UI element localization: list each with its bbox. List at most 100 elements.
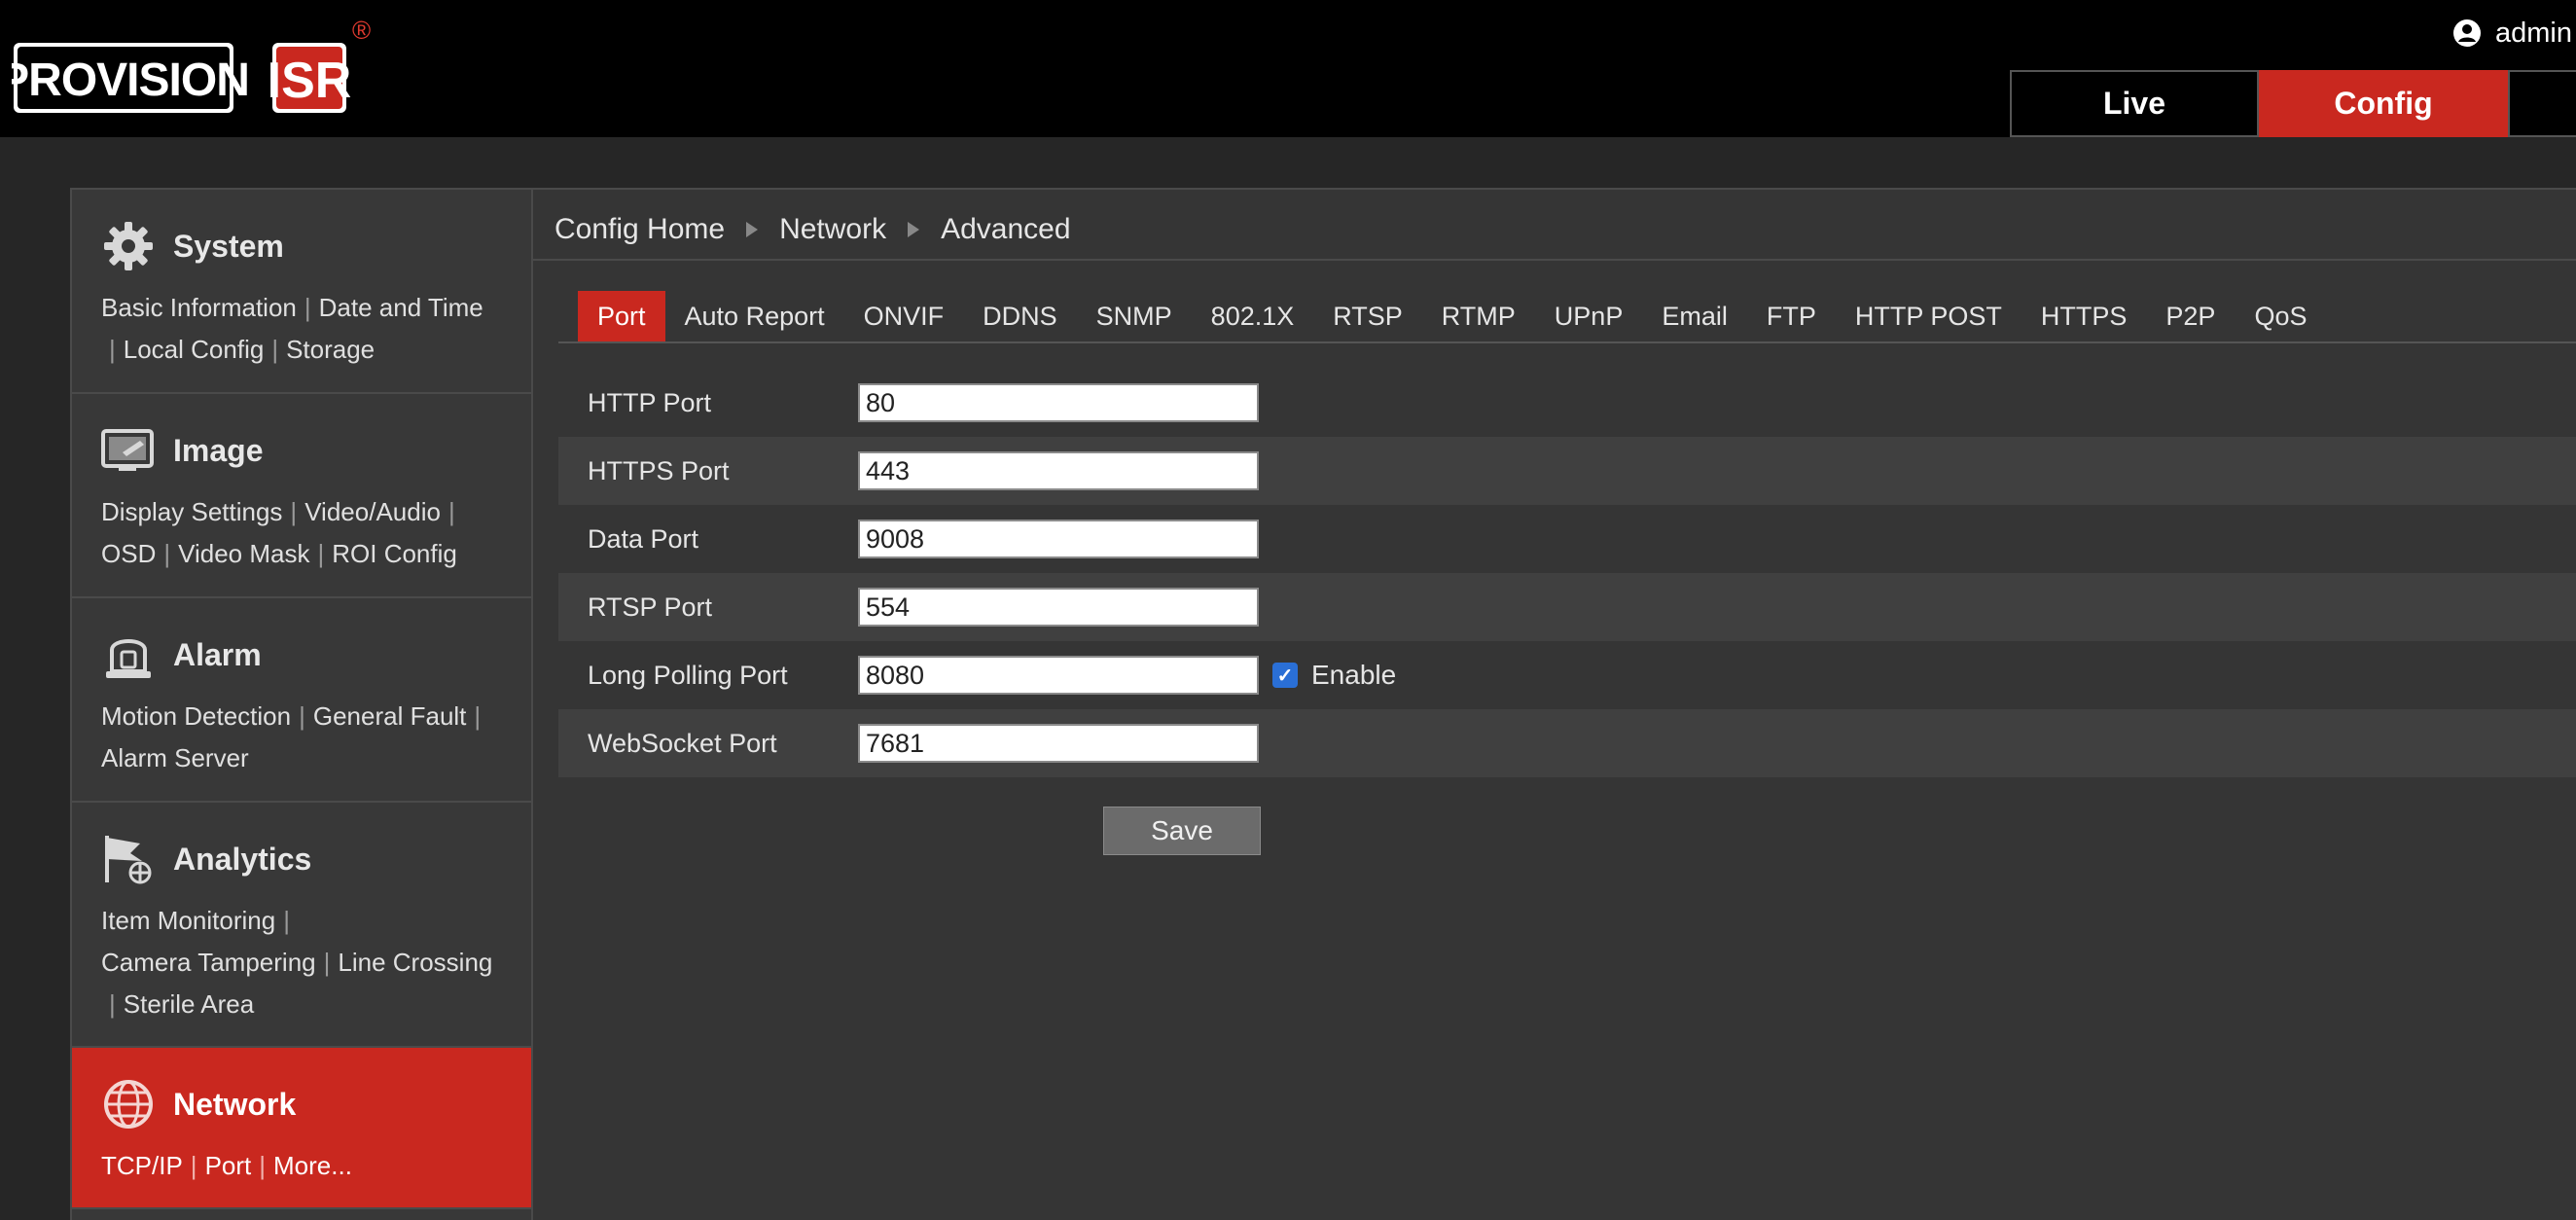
sidebar-link-tcp-ip[interactable]: TCP/IP xyxy=(101,1151,183,1180)
sidebar-links-image: Display Settings | Video/Audio | OSD | Video … xyxy=(101,491,531,575)
subtab-ftp[interactable]: FTP xyxy=(1747,291,1836,341)
sidebar-section-system: System Basic Information | Date and Time |… xyxy=(72,190,531,394)
https-port-input[interactable] xyxy=(858,451,1259,490)
data-port-input[interactable] xyxy=(858,520,1259,558)
sidebar-link-basic-information[interactable]: Basic Information xyxy=(101,293,297,322)
subtab-https[interactable]: HTTPS xyxy=(2021,291,2147,341)
alarm-bell-icon xyxy=(101,628,156,682)
subtab-802-1x[interactable]: 802.1X xyxy=(1192,291,1314,341)
breadcrumb: Config Home Network Advanced xyxy=(555,213,1071,246)
sidebar-title-analytics[interactable]: Analytics xyxy=(173,842,311,878)
link-separator: | xyxy=(323,948,331,977)
link-separator: | xyxy=(163,539,171,568)
sidebar-link-video-mask[interactable]: Video Mask xyxy=(178,539,309,568)
sidebar-link-osd[interactable]: OSD xyxy=(101,539,156,568)
websocket-port-label: WebSocket Port xyxy=(588,728,777,758)
subtab-ddns[interactable]: DDNS xyxy=(963,291,1077,341)
sidebar-link-more[interactable]: More... xyxy=(273,1151,352,1180)
sidebar-link-port[interactable]: Port xyxy=(205,1151,252,1180)
sidebar-link-local-config[interactable]: Local Config xyxy=(124,335,265,364)
form-row-long-polling-port: Long Polling Port ✓ Enable xyxy=(558,641,2576,709)
subtab-snmp[interactable]: SNMP xyxy=(1077,291,1192,341)
link-separator: | xyxy=(474,701,482,731)
enable-checkbox[interactable]: ✓ xyxy=(1272,663,1298,688)
link-separator: | xyxy=(271,335,279,364)
sidebar-links-network: TCP/IP | Port | More... xyxy=(101,1145,531,1187)
sidebar-title-image[interactable]: Image xyxy=(173,433,263,469)
http-port-input[interactable] xyxy=(858,383,1259,422)
sidebar-link-date-and-time[interactable]: Date and Time xyxy=(319,293,483,322)
sidebar-section-alarm: Alarm Motion Detection | General Fault | Al… xyxy=(72,598,531,803)
sidebar-link-camera-tampering[interactable]: Camera Tampering xyxy=(101,948,316,977)
breadcrumb-network[interactable]: Network xyxy=(779,213,886,246)
analytics-flag-icon xyxy=(101,832,156,886)
sidebar-section-analytics: Analytics Item Monitoring | Camera Tamper… xyxy=(72,803,531,1048)
subtab-email[interactable]: Email xyxy=(1642,291,1747,341)
https-port-label: HTTPS Port xyxy=(588,455,730,485)
sidebar-title-system[interactable]: System xyxy=(173,229,284,265)
sidebar-link-item-monitoring[interactable]: Item Monitoring xyxy=(101,906,275,935)
config-main-panel: Config Home Network Advanced Port Auto R… xyxy=(533,188,2576,1220)
subtab-upnp[interactable]: UPnP xyxy=(1535,291,1643,341)
tab-config[interactable]: Config xyxy=(2259,70,2508,137)
subtab-qos[interactable]: QoS xyxy=(2235,291,2326,341)
link-separator: | xyxy=(259,1151,267,1180)
sidebar-title-alarm[interactable]: Alarm xyxy=(173,637,262,673)
subtab-rtsp[interactable]: RTSP xyxy=(1313,291,1422,341)
sidebar-link-alarm-server[interactable]: Alarm Server xyxy=(101,743,249,772)
link-separator: | xyxy=(447,497,455,526)
top-header: PROVISION ISR ® admin Live Config xyxy=(0,0,2576,137)
breadcrumb-arrow-icon xyxy=(908,222,920,237)
tab-next[interactable] xyxy=(2508,70,2576,137)
subtab-divider xyxy=(558,341,2576,343)
link-separator: | xyxy=(109,335,116,364)
subtab-p2p[interactable]: P2P xyxy=(2146,291,2235,341)
sidebar-link-motion-detection[interactable]: Motion Detection xyxy=(101,701,291,731)
sidebar-link-video-audio[interactable]: Video/Audio xyxy=(304,497,441,526)
breadcrumb-arrow-icon xyxy=(746,222,759,237)
websocket-port-input[interactable] xyxy=(858,724,1259,763)
rtsp-port-label: RTSP Port xyxy=(588,592,713,622)
link-separator: | xyxy=(109,989,116,1019)
form-row-data-port: Data Port xyxy=(558,505,2576,573)
user-name: admin xyxy=(2495,17,2572,49)
sidebar-title-network[interactable]: Network xyxy=(173,1087,296,1123)
user-menu[interactable]: admin xyxy=(2452,16,2576,51)
subtab-auto-report[interactable]: Auto Report xyxy=(665,291,844,341)
provision-isr-logo: PROVISION ISR ® xyxy=(12,18,371,113)
sidebar-links-alarm: Motion Detection | General Fault | Alarm Se… xyxy=(101,696,531,779)
image-settings-icon xyxy=(101,423,156,478)
subtab-rtmp[interactable]: RTMP xyxy=(1422,291,1535,341)
svg-text:ISR: ISR xyxy=(268,53,352,109)
breadcrumb-advanced: Advanced xyxy=(941,213,1071,245)
main-nav: Live Config xyxy=(2010,70,2576,137)
form-row-rtsp-port: RTSP Port xyxy=(558,573,2576,641)
svg-text:®: ® xyxy=(352,18,371,45)
sidebar-link-display-settings[interactable]: Display Settings xyxy=(101,497,282,526)
sidebar-link-storage[interactable]: Storage xyxy=(286,335,375,364)
long-polling-port-label: Long Polling Port xyxy=(588,660,788,690)
gear-icon xyxy=(101,219,156,273)
form-row-websocket-port: WebSocket Port xyxy=(558,709,2576,777)
network-subtabs: Port Auto Report ONVIF DDNS SNMP 802.1X … xyxy=(578,291,2326,341)
rtsp-port-input[interactable] xyxy=(858,588,1259,627)
subtab-http-post[interactable]: HTTP POST xyxy=(1836,291,2021,341)
sidebar-link-general-fault[interactable]: General Fault xyxy=(313,701,467,731)
config-sidebar: System Basic Information | Date and Time |… xyxy=(70,188,533,1220)
tab-live[interactable]: Live xyxy=(2010,70,2259,137)
long-polling-enable-toggle[interactable]: ✓ Enable xyxy=(1272,660,1396,691)
link-separator: | xyxy=(290,497,298,526)
breadcrumb-config-home[interactable]: Config Home xyxy=(555,213,725,246)
enable-checkbox-label: Enable xyxy=(1311,660,1397,690)
sidebar-link-line-crossing[interactable]: Line Crossing xyxy=(338,948,492,977)
save-button[interactable]: Save xyxy=(1103,807,1261,855)
long-polling-port-input[interactable] xyxy=(858,656,1259,695)
subtab-onvif[interactable]: ONVIF xyxy=(844,291,964,341)
link-separator: | xyxy=(304,293,311,322)
sidebar-link-sterile-area[interactable]: Sterile Area xyxy=(124,989,254,1019)
sidebar-link-roi-config[interactable]: ROI Config xyxy=(332,539,457,568)
breadcrumb-divider xyxy=(533,259,2576,261)
subtab-port[interactable]: Port xyxy=(578,291,665,341)
sidebar-section-image: Image Display Settings | Video/Audio | OSD |… xyxy=(72,394,531,598)
link-separator: | xyxy=(317,539,325,568)
